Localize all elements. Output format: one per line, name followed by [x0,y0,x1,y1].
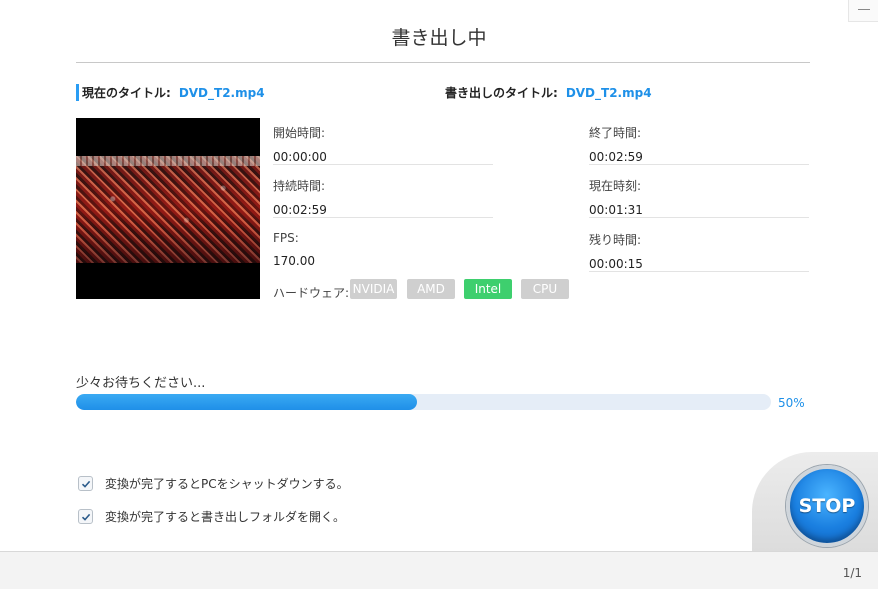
remaining-time-label: 残り時間: [589,233,642,247]
shutdown-option[interactable]: 変換が完了するとPCをシャットダウンする。 [78,475,349,492]
remaining-time-field: 残り時間: 00:00:15 [589,231,809,272]
remaining-time-value: 00:00:15 [589,257,643,271]
start-time-field: 開始時間: 00:00:00 [273,124,493,165]
divider [589,164,809,165]
current-time-label: 現在時刻: [589,179,642,193]
shutdown-label: 変換が完了するとPCをシャットダウンする。 [105,477,349,491]
title-divider [76,62,810,63]
current-time-value: 00:01:31 [589,203,643,217]
video-thumbnail [76,118,260,299]
duration-value: 00:02:59 [273,203,327,217]
fps-field: FPS: 170.00 [273,231,315,268]
current-title-value: DVD_T2.mp4 [178,86,265,100]
divider [273,217,493,218]
hardware-label: ハードウェア: [273,286,350,300]
progress-percent: 50% [778,396,805,410]
open-folder-option[interactable]: 変換が完了すると書き出しフォルダを開く。 [78,508,345,525]
progress-message: 少々お待ちください... [76,376,206,391]
duration-field: 持続時間: 00:02:59 [273,177,493,218]
export-title-value: DVD_T2.mp4 [565,86,652,100]
progress-bar [76,394,771,410]
end-time-label: 終了時間: [589,126,642,140]
hw-nvidia-chip[interactable]: NVIDIA [350,279,397,299]
window-title: 書き出し中 [391,27,487,49]
current-time-field: 現在時刻: 00:01:31 [589,177,809,218]
divider [273,164,493,165]
hw-cpu-chip[interactable]: CPU [521,279,569,299]
export-title-label: 書き出しのタイトル: [445,86,558,100]
current-title-label: 現在のタイトル: [82,86,171,100]
stop-button[interactable]: STOP [786,465,868,547]
check-icon [81,480,90,488]
export-title-row: 書き出しのタイトル: DVD_T2.mp4 [445,84,652,101]
divider [589,217,809,218]
duration-label: 持続時間: [273,179,326,193]
check-icon [81,513,90,521]
open-folder-label: 変換が完了すると書き出しフォルダを開く。 [105,510,346,524]
footer-bar [0,551,878,589]
fps-label: FPS: [273,231,299,245]
fps-value: 170.00 [273,254,315,268]
hw-intel-chip[interactable]: Intel [464,279,512,299]
progress-bar-fill [76,394,417,410]
end-time-field: 終了時間: 00:02:59 [589,124,809,165]
divider [589,271,809,272]
start-time-value: 00:00:00 [273,150,327,164]
hw-amd-chip[interactable]: AMD [407,279,455,299]
current-title-row: 現在のタイトル: DVD_T2.mp4 [76,84,265,101]
minimize-button[interactable] [848,0,878,22]
thumbnail-image [76,156,260,263]
start-time-label: 開始時間: [273,126,326,140]
page-indicator: 1/1 [842,566,862,580]
open-folder-checkbox[interactable] [78,509,93,524]
end-time-value: 00:02:59 [589,150,643,164]
shutdown-checkbox[interactable] [78,476,93,491]
